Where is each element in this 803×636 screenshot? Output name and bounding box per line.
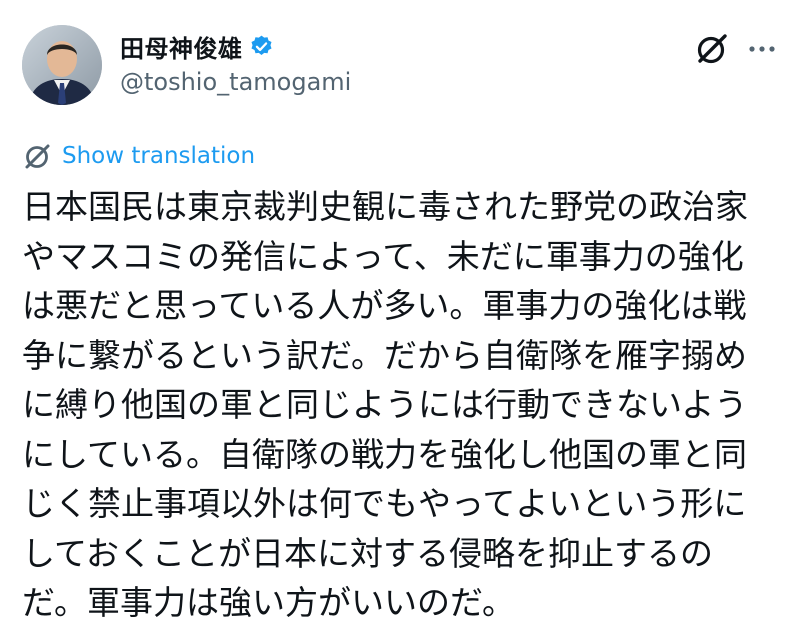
avatar-image xyxy=(22,25,102,105)
tweet-header: 田母神俊雄 @toshio_tamogami xyxy=(22,22,779,106)
author-handle[interactable]: @toshio_tamogami xyxy=(120,68,351,96)
tweet-text-line: やマスコミの発信によって、未だに軍事力の強化 xyxy=(22,236,744,276)
author-display-name[interactable]: 田母神俊雄 xyxy=(120,29,243,64)
name-row: 田母神俊雄 xyxy=(120,28,351,64)
tweet-text-line: しておくことが日本に対する侵略を抑止するの xyxy=(22,533,714,573)
tweet-text-line: だ。軍事力は強い方がいいのだ。 xyxy=(22,583,516,622)
avatar[interactable] xyxy=(22,25,102,105)
tweet-text-line: は悪だと思っている人が多い。軍事力の強化は戦 xyxy=(22,286,747,325)
show-translation-button[interactable]: Show translation xyxy=(22,140,255,172)
more-options-icon[interactable] xyxy=(745,32,779,66)
tweet-text: 日本国民は東京裁判史観に毒された野党の政治家 やマスコミの発信によって、未だに軍… xyxy=(22,182,782,628)
tweet-text-line: にしている。自衛隊の戦力を強化し他国の軍と同 xyxy=(22,434,748,474)
tweet-text-line: 争に繋がるという訳だ。だから自衛隊を雁字搦め xyxy=(22,335,748,375)
translate-icon xyxy=(22,140,54,172)
tweet-text-line: に縛り他国の軍と同じようには行動できないよう xyxy=(22,385,748,424)
tweet-text-line: じく禁止事項以外は何でもやってよいという形に xyxy=(22,484,747,523)
header-actions xyxy=(693,30,779,68)
show-translation-label[interactable]: Show translation xyxy=(62,143,255,169)
tweet-text-line: 日本国民は東京裁判史観に毒された野党の政治家 xyxy=(22,187,748,226)
author-identity: 田母神俊雄 @toshio_tamogami xyxy=(120,28,351,97)
verified-badge-icon[interactable] xyxy=(249,34,274,59)
grok-icon[interactable] xyxy=(693,30,731,68)
